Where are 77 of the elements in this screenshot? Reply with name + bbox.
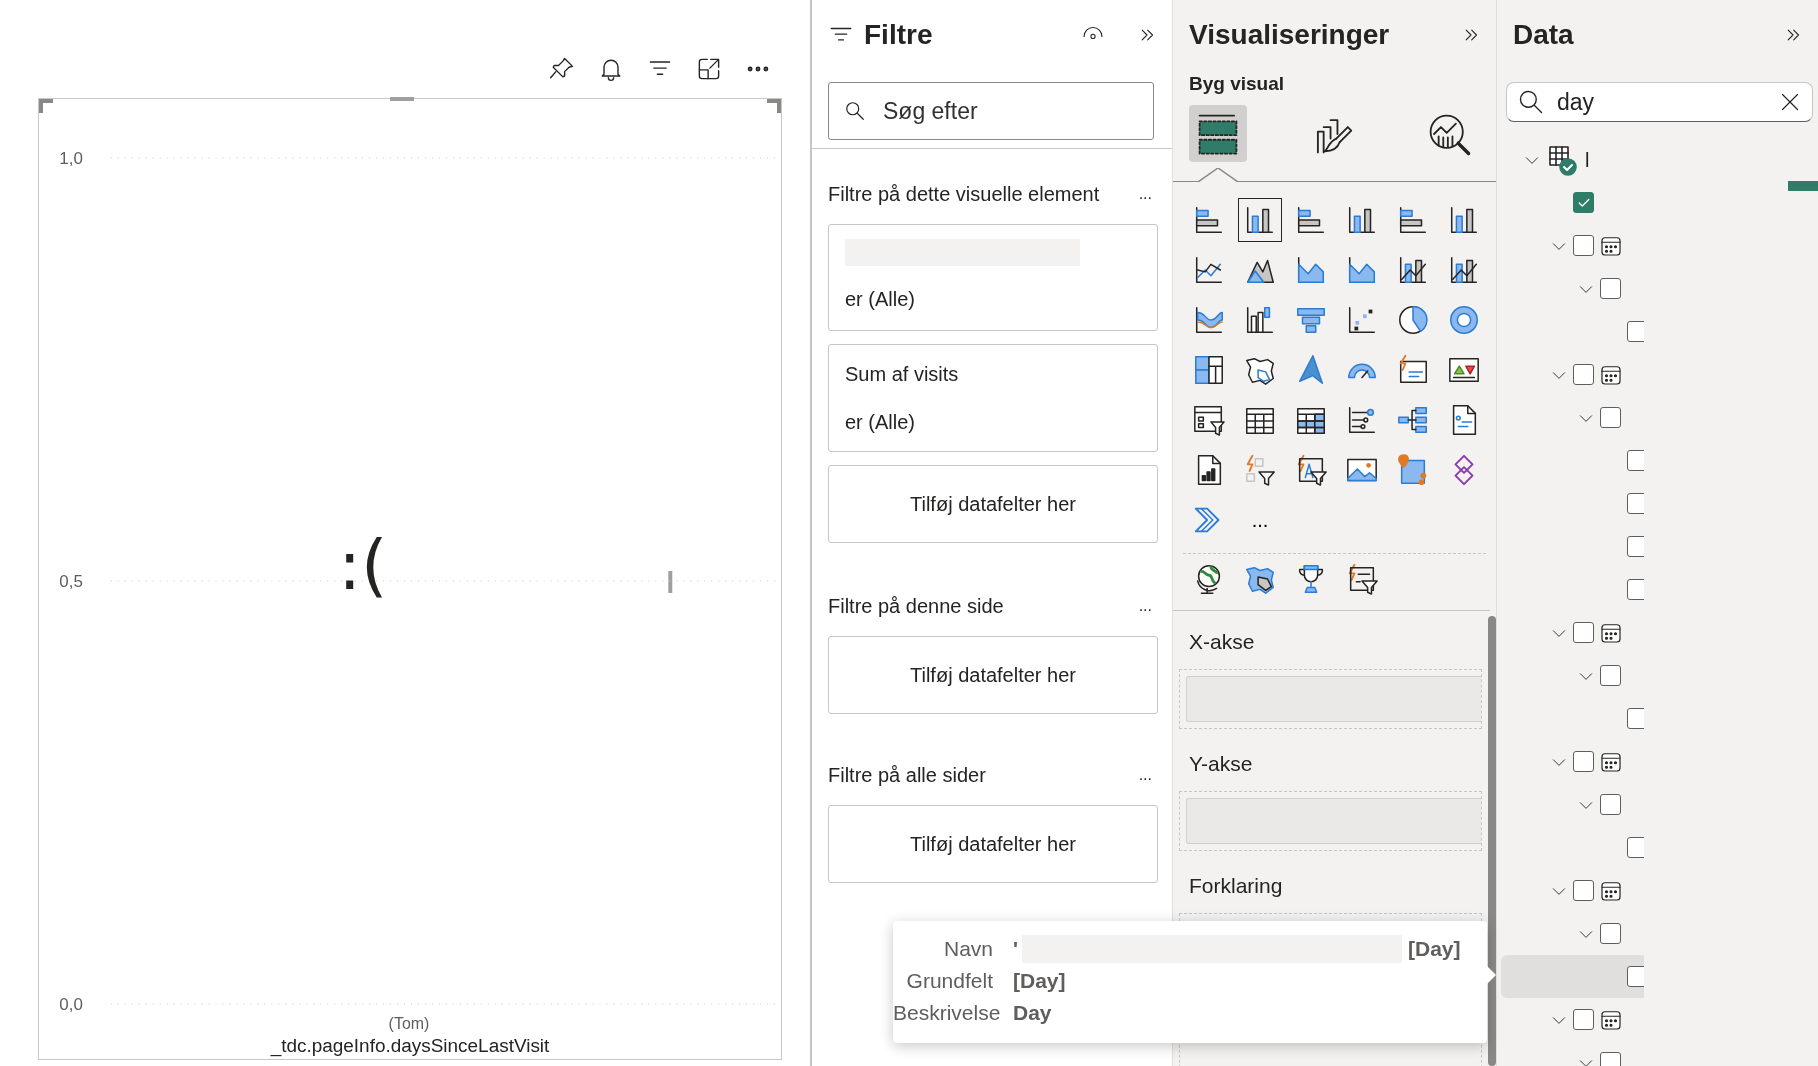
resize-handle[interactable]	[668, 571, 673, 593]
checkbox[interactable]	[1627, 579, 1644, 600]
checkbox[interactable]	[1627, 536, 1644, 557]
checkbox[interactable]	[1573, 1009, 1594, 1030]
filter-condition: er (Alle)	[845, 287, 916, 312]
checkbox[interactable]	[1573, 235, 1594, 256]
checkbox[interactable]	[1573, 751, 1594, 772]
field-name: Sum af visits	[845, 362, 960, 387]
empty-state-message: :(	[338, 525, 388, 605]
tooltip-value: [Day]	[1408, 936, 1461, 963]
table-name[interactable]: l	[1585, 144, 1590, 175]
well-title: Forklaring	[1188, 873, 1284, 900]
tooltip-value: [Day]	[1013, 968, 1066, 995]
axis-label: 1,0	[59, 149, 83, 168]
search-icon	[1517, 88, 1545, 116]
resize-handle[interactable]	[390, 97, 414, 101]
pane-title: Filtre	[864, 18, 933, 52]
tooltip-label: Grundfelt	[905, 968, 994, 995]
treemap-icon	[1192, 353, 1226, 387]
pane-title: Data	[1513, 18, 1574, 52]
section-title: Filtre på alle sider	[828, 763, 986, 788]
search-field[interactable]: day	[1555, 83, 1755, 121]
pie-chart-icon	[1396, 303, 1430, 337]
axis-label: 0,0	[59, 995, 83, 1014]
search-icon	[843, 99, 867, 123]
checkbox[interactable]	[1600, 794, 1621, 815]
tooltip-label: Beskrivelse	[893, 1000, 1002, 1027]
tooltip-label: Navn	[942, 936, 994, 963]
checkbox[interactable]	[1573, 622, 1594, 643]
checkbox[interactable]	[1627, 450, 1644, 471]
section-title: Filtre på dette visuelle element	[828, 182, 1100, 207]
filter-card[interactable]: er (Alle)	[828, 224, 1158, 331]
checkbox[interactable]	[1600, 665, 1621, 686]
well-title: Y-akse	[1188, 751, 1254, 778]
drop-zone[interactable]: Tilføj datafelter her	[828, 636, 1158, 714]
axis-title: _tdc.pageInfo.daysSinceLastVisit	[270, 1035, 550, 1056]
scrollbar[interactable]	[1488, 616, 1496, 1066]
checkbox[interactable]	[1573, 880, 1594, 901]
checkbox[interactable]	[1573, 364, 1594, 385]
filter-card[interactable]: Sum af visits er (Alle)	[828, 344, 1158, 452]
section-title: Byg visual	[1188, 72, 1286, 96]
checkbox[interactable]	[1573, 192, 1594, 213]
field-tag	[1788, 181, 1818, 191]
field-chip[interactable]	[1186, 676, 1481, 722]
checkbox[interactable]	[1627, 837, 1644, 858]
tooltip-value: '	[1013, 936, 1018, 963]
search-box[interactable]: Søg efter	[828, 82, 1154, 140]
donut-chart-icon	[1447, 303, 1481, 337]
more-options-button[interactable]: ...	[1138, 186, 1152, 202]
section-title: Filtre på denne side	[828, 594, 1004, 619]
checkbox[interactable]	[1627, 321, 1644, 342]
resize-handle[interactable]	[39, 99, 53, 113]
filter-condition: er (Alle)	[845, 410, 916, 435]
search-field[interactable]: Søg efter	[881, 92, 1121, 130]
more-options-button[interactable]: ...	[1138, 598, 1152, 614]
more-visuals-button[interactable]: ...	[1238, 498, 1282, 542]
drop-zone[interactable]: Tilføj datafelter her	[828, 805, 1158, 883]
well-title: X-akse	[1188, 629, 1256, 656]
visual-type-button[interactable]	[1238, 198, 1282, 242]
checkbox[interactable]	[1600, 278, 1621, 299]
checkbox[interactable]	[1600, 923, 1621, 944]
tooltip-value: Day	[1013, 1000, 1052, 1027]
checkbox[interactable]	[1600, 407, 1621, 428]
pane-title: Visualiseringer	[1189, 18, 1390, 52]
checkbox[interactable]	[1627, 708, 1644, 729]
more-options-button[interactable]: ...	[1138, 767, 1152, 783]
build-visual-tab[interactable]	[1189, 105, 1247, 162]
search-box[interactable]: day	[1506, 82, 1813, 122]
field-chip[interactable]	[1186, 798, 1481, 844]
axis-label: (Tom)	[388, 1015, 430, 1032]
checkbox[interactable]	[1627, 966, 1644, 987]
resize-handle[interactable]	[767, 99, 781, 113]
axis-label: 0,5	[59, 572, 83, 591]
drop-zone[interactable]: Tilføj datafelter her	[828, 465, 1158, 543]
checkbox[interactable]	[1627, 493, 1644, 514]
slicer-icon	[1192, 403, 1226, 437]
filter-icon	[1243, 453, 1277, 487]
